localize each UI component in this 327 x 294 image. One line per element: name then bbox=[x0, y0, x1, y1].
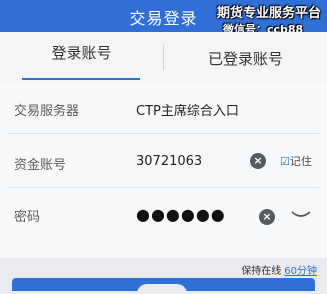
tab-login-account[interactable]: 登录账号 bbox=[0, 32, 163, 82]
password-label: 密码 bbox=[14, 210, 41, 225]
login-form: 交易服务器 CTP主席综合入口 资金账号 30721063 × ☑记住 密码 ●… bbox=[0, 82, 327, 258]
account-row: 资金账号 30721063 × ☑记住 bbox=[0, 138, 327, 188]
tab-logged-in-accounts[interactable]: 已登录账号 bbox=[164, 38, 327, 88]
server-label: 交易服务器 bbox=[14, 104, 80, 119]
server-row[interactable]: 交易服务器 CTP主席综合入口 bbox=[0, 84, 327, 134]
checkbox-checked-icon: ☑ bbox=[280, 155, 290, 168]
password-row: 密码 ●●●●●● × bbox=[0, 190, 327, 240]
server-select[interactable]: CTP主席综合入口 bbox=[136, 100, 239, 119]
title-bar: 交易登录 期货专业服务平台 微信号：ccb88 bbox=[0, 0, 327, 36]
password-input[interactable]: ●●●●●● bbox=[136, 205, 226, 224]
keep-online: 保持在线 60分钟 bbox=[241, 262, 317, 277]
close-circle-icon[interactable]: × bbox=[259, 209, 275, 225]
keep-online-label: 保持在线 bbox=[241, 266, 282, 277]
login-button[interactable] bbox=[12, 278, 315, 294]
remember-checkbox[interactable]: ☑记住 bbox=[280, 153, 312, 169]
tab-active-indicator bbox=[22, 78, 140, 80]
login-tabs: 登录账号 已登录账号 bbox=[0, 32, 327, 82]
account-label: 资金账号 bbox=[14, 158, 67, 173]
eye-closed-icon[interactable] bbox=[290, 210, 312, 220]
divider bbox=[8, 133, 319, 134]
keep-online-duration[interactable]: 60分钟 bbox=[284, 266, 317, 277]
remember-label: 记住 bbox=[289, 155, 312, 168]
close-circle-icon[interactable]: × bbox=[250, 153, 266, 169]
divider bbox=[8, 187, 319, 188]
login-button-knob bbox=[137, 284, 187, 294]
account-input[interactable]: 30721063 bbox=[136, 154, 202, 169]
watermark-line-1: 期货专业服务平台 bbox=[216, 6, 321, 21]
